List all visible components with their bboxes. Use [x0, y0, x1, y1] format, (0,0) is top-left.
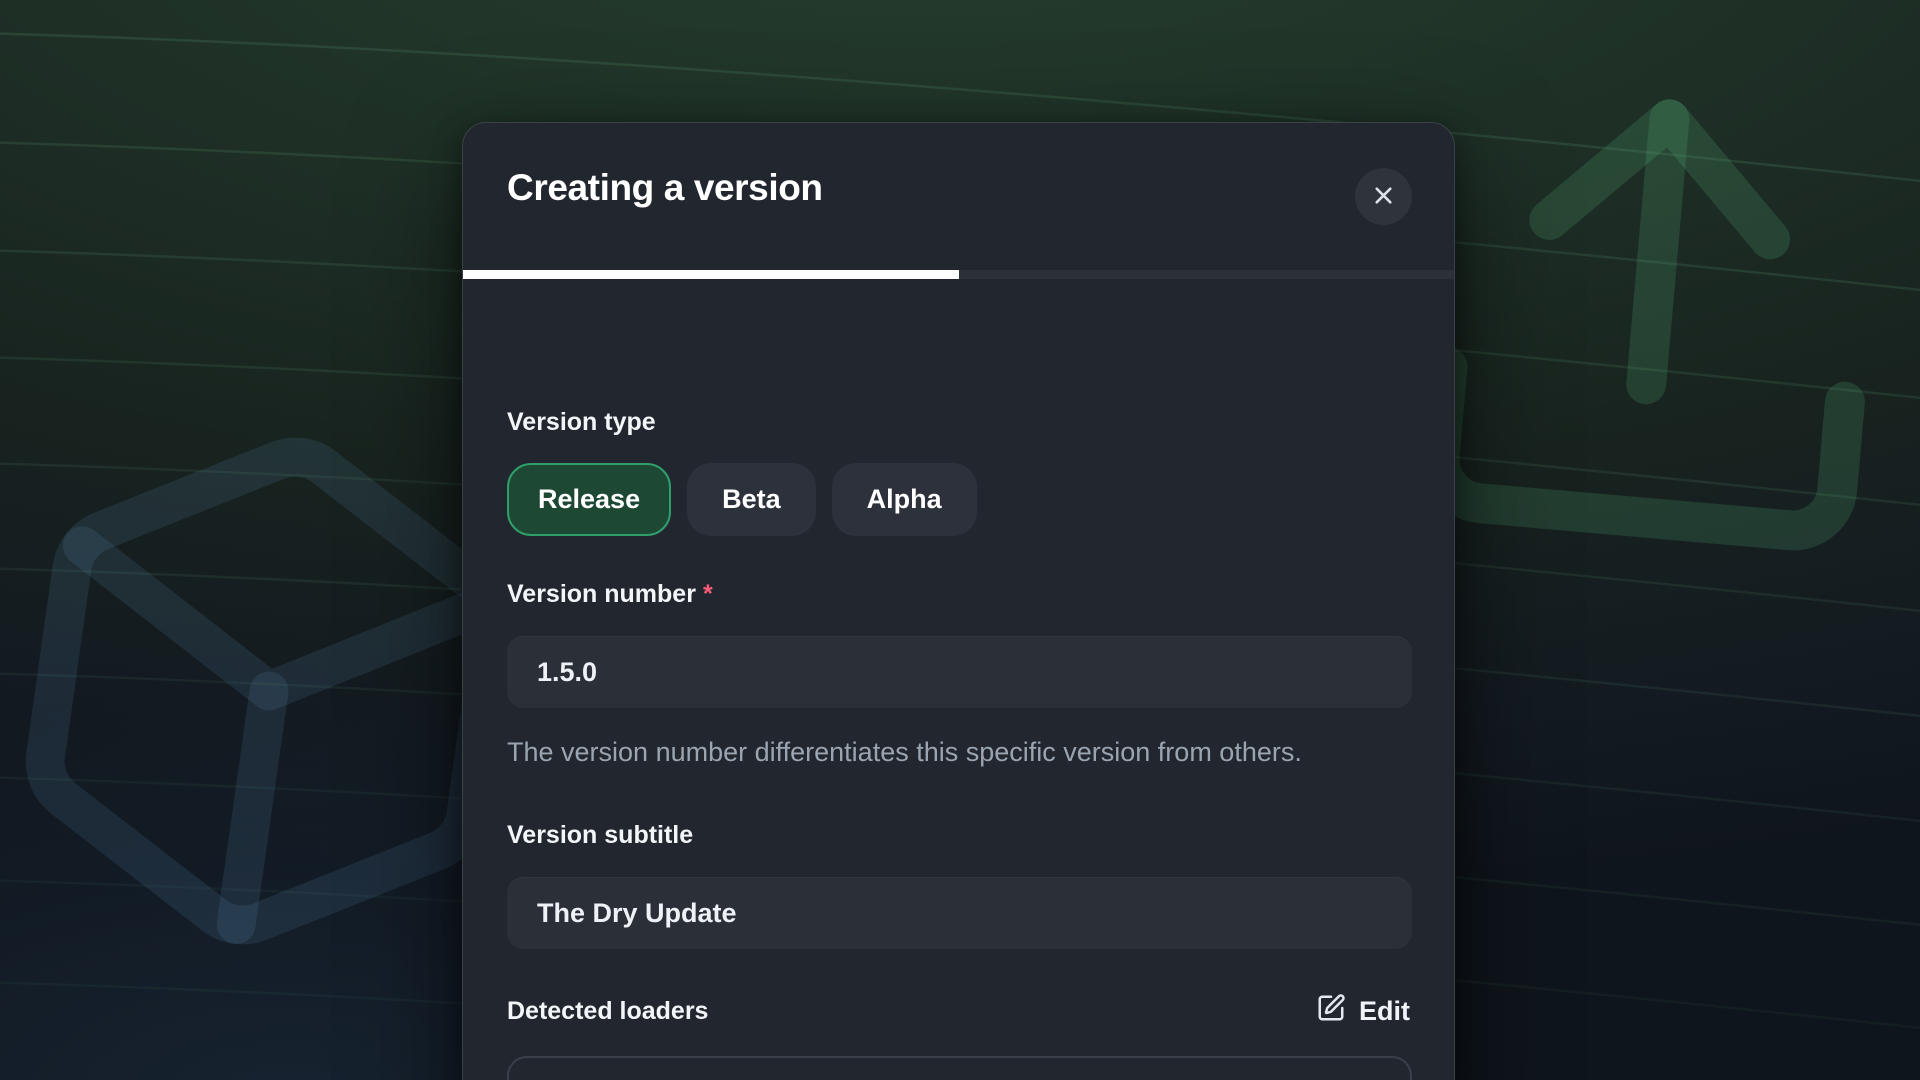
required-asterisk: * [703, 580, 713, 608]
version-type-group: Release Beta Alpha [507, 463, 1410, 536]
page-title: Creating a version [507, 167, 1410, 209]
close-button[interactable] [1355, 168, 1412, 225]
detected-loaders-box: Fabric ✕ [507, 1056, 1412, 1080]
version-number-help: The version number differentiates this s… [507, 734, 1367, 771]
version-type-label: Version type [507, 409, 1410, 436]
version-subtitle-label: Version subtitle [507, 822, 1410, 849]
screen: Creating a version Version type Release … [0, 0, 1920, 1080]
version-subtitle-input[interactable] [507, 877, 1412, 949]
wizard-progress-bar [463, 270, 1454, 279]
version-number-input[interactable] [507, 636, 1412, 708]
detected-loaders-label: Detected loaders [507, 998, 708, 1025]
edit-loaders-button[interactable]: Edit [1316, 993, 1410, 1030]
modal-body: Version type Release Beta Alpha Version … [463, 209, 1454, 1080]
wizard-progress-fill [463, 270, 959, 279]
modal-header: Creating a version [463, 123, 1454, 209]
edit-label: Edit [1359, 996, 1410, 1027]
version-type-alpha-button[interactable]: Alpha [832, 463, 977, 536]
edit-pencil-icon [1316, 993, 1346, 1030]
version-type-beta-button[interactable]: Beta [687, 463, 816, 536]
version-type-release-button[interactable]: Release [507, 463, 671, 536]
version-number-label: Version number* [507, 581, 1410, 608]
detected-loaders-row: Detected loaders Edit [507, 993, 1410, 1030]
create-version-modal: Creating a version Version type Release … [462, 122, 1455, 1080]
close-icon [1372, 184, 1395, 210]
